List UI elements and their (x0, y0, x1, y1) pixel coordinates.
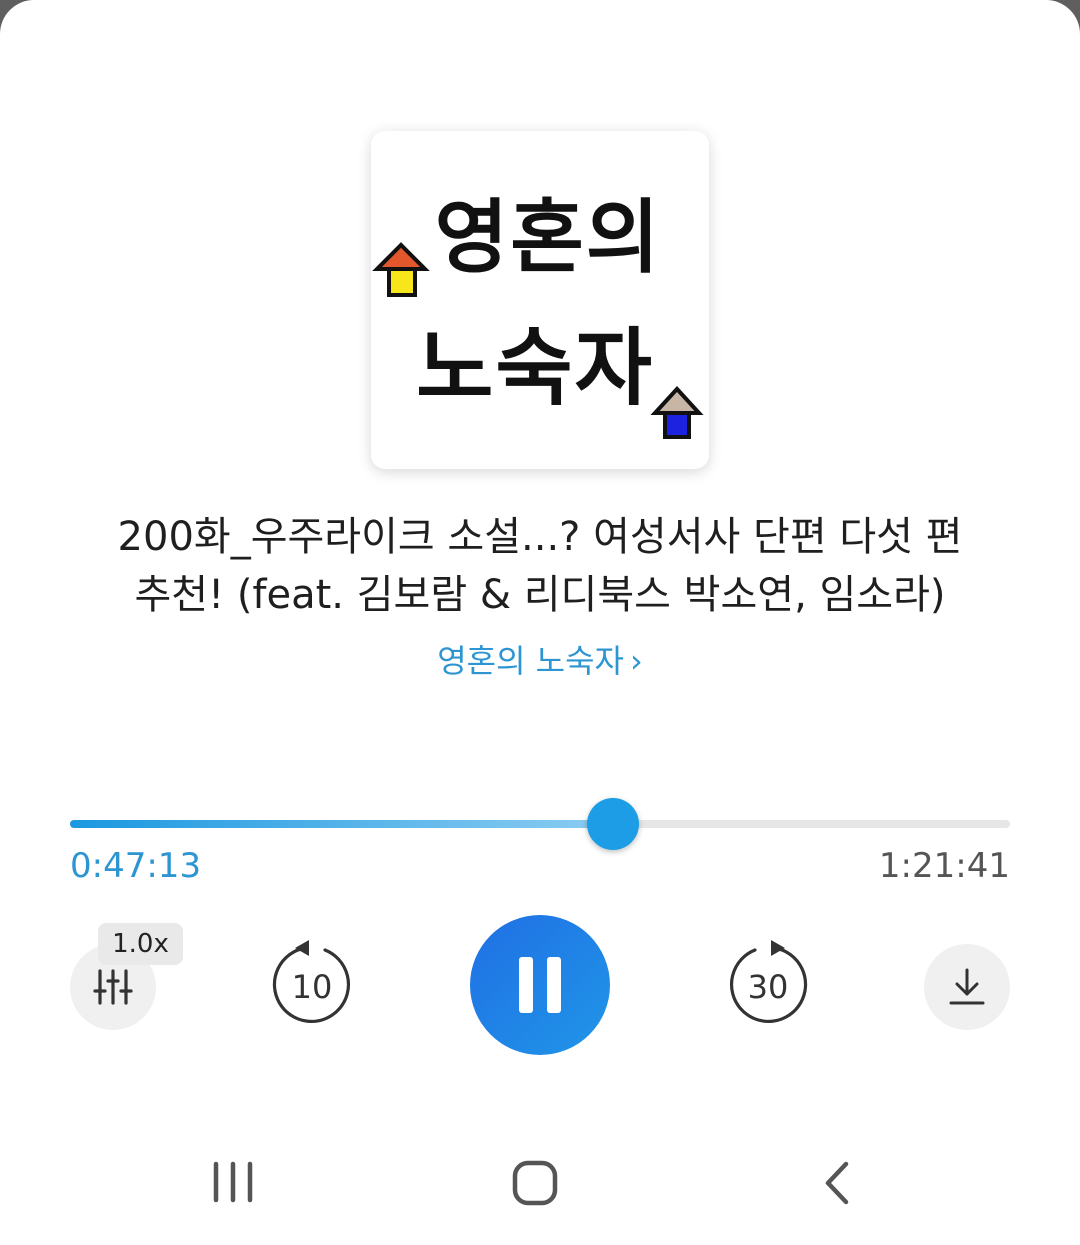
recents-button[interactable] (210, 1160, 256, 1208)
channel-name: 영혼의 노숙자 (437, 642, 624, 680)
progress-thumb[interactable] (587, 798, 640, 850)
rewind-seconds: 10 (291, 968, 333, 1006)
rewind-10-button[interactable]: 10 (267, 940, 357, 1030)
episode-title-line1: 200화_우주라이크 소설...? 여성서사 단편 다섯 편 (117, 514, 963, 560)
back-button[interactable] (818, 1158, 858, 1212)
home-icon (512, 1160, 558, 1206)
forward-30-button[interactable]: 30 (723, 940, 813, 1030)
pause-icon-bar (547, 957, 561, 1013)
back-icon (825, 1161, 849, 1205)
download-button[interactable] (924, 944, 1010, 1030)
pause-icon (519, 957, 533, 1013)
episode-title: 200화_우주라이크 소설...? 여성서사 단편 다섯 편 추천! (feat… (40, 508, 1040, 624)
download-icon (949, 968, 985, 1005)
recents-icon (213, 1161, 253, 1203)
pause-button[interactable] (470, 915, 610, 1055)
progress-track[interactable] (70, 820, 1010, 828)
progress-fill (70, 820, 614, 828)
playback-speed-badge[interactable]: 1.0x (98, 923, 183, 965)
total-time: 1:21:41 (878, 846, 1010, 886)
equalizer-icon (93, 969, 133, 1005)
episode-title-line2: 추천! (feat. 김보람 & 리디북스 박소연, 임소라) (134, 572, 946, 618)
forward-seconds: 30 (747, 968, 789, 1006)
player-sheet: 영혼의 노숙자 200화_우주라이크 소설...? 여성서사 단편 다섯 편 추… (0, 0, 1080, 1245)
elapsed-time: 0:47:13 (70, 846, 202, 886)
chevron-right-icon: › (630, 642, 643, 680)
podcast-cover-art: 영혼의 노숙자 (371, 131, 709, 469)
cover-title-line1: 영혼의 (434, 191, 662, 284)
channel-link[interactable]: 영혼의 노숙자 › (0, 636, 1080, 682)
home-button[interactable] (510, 1158, 560, 1212)
cover-title-line2: 노숙자 (416, 319, 654, 417)
